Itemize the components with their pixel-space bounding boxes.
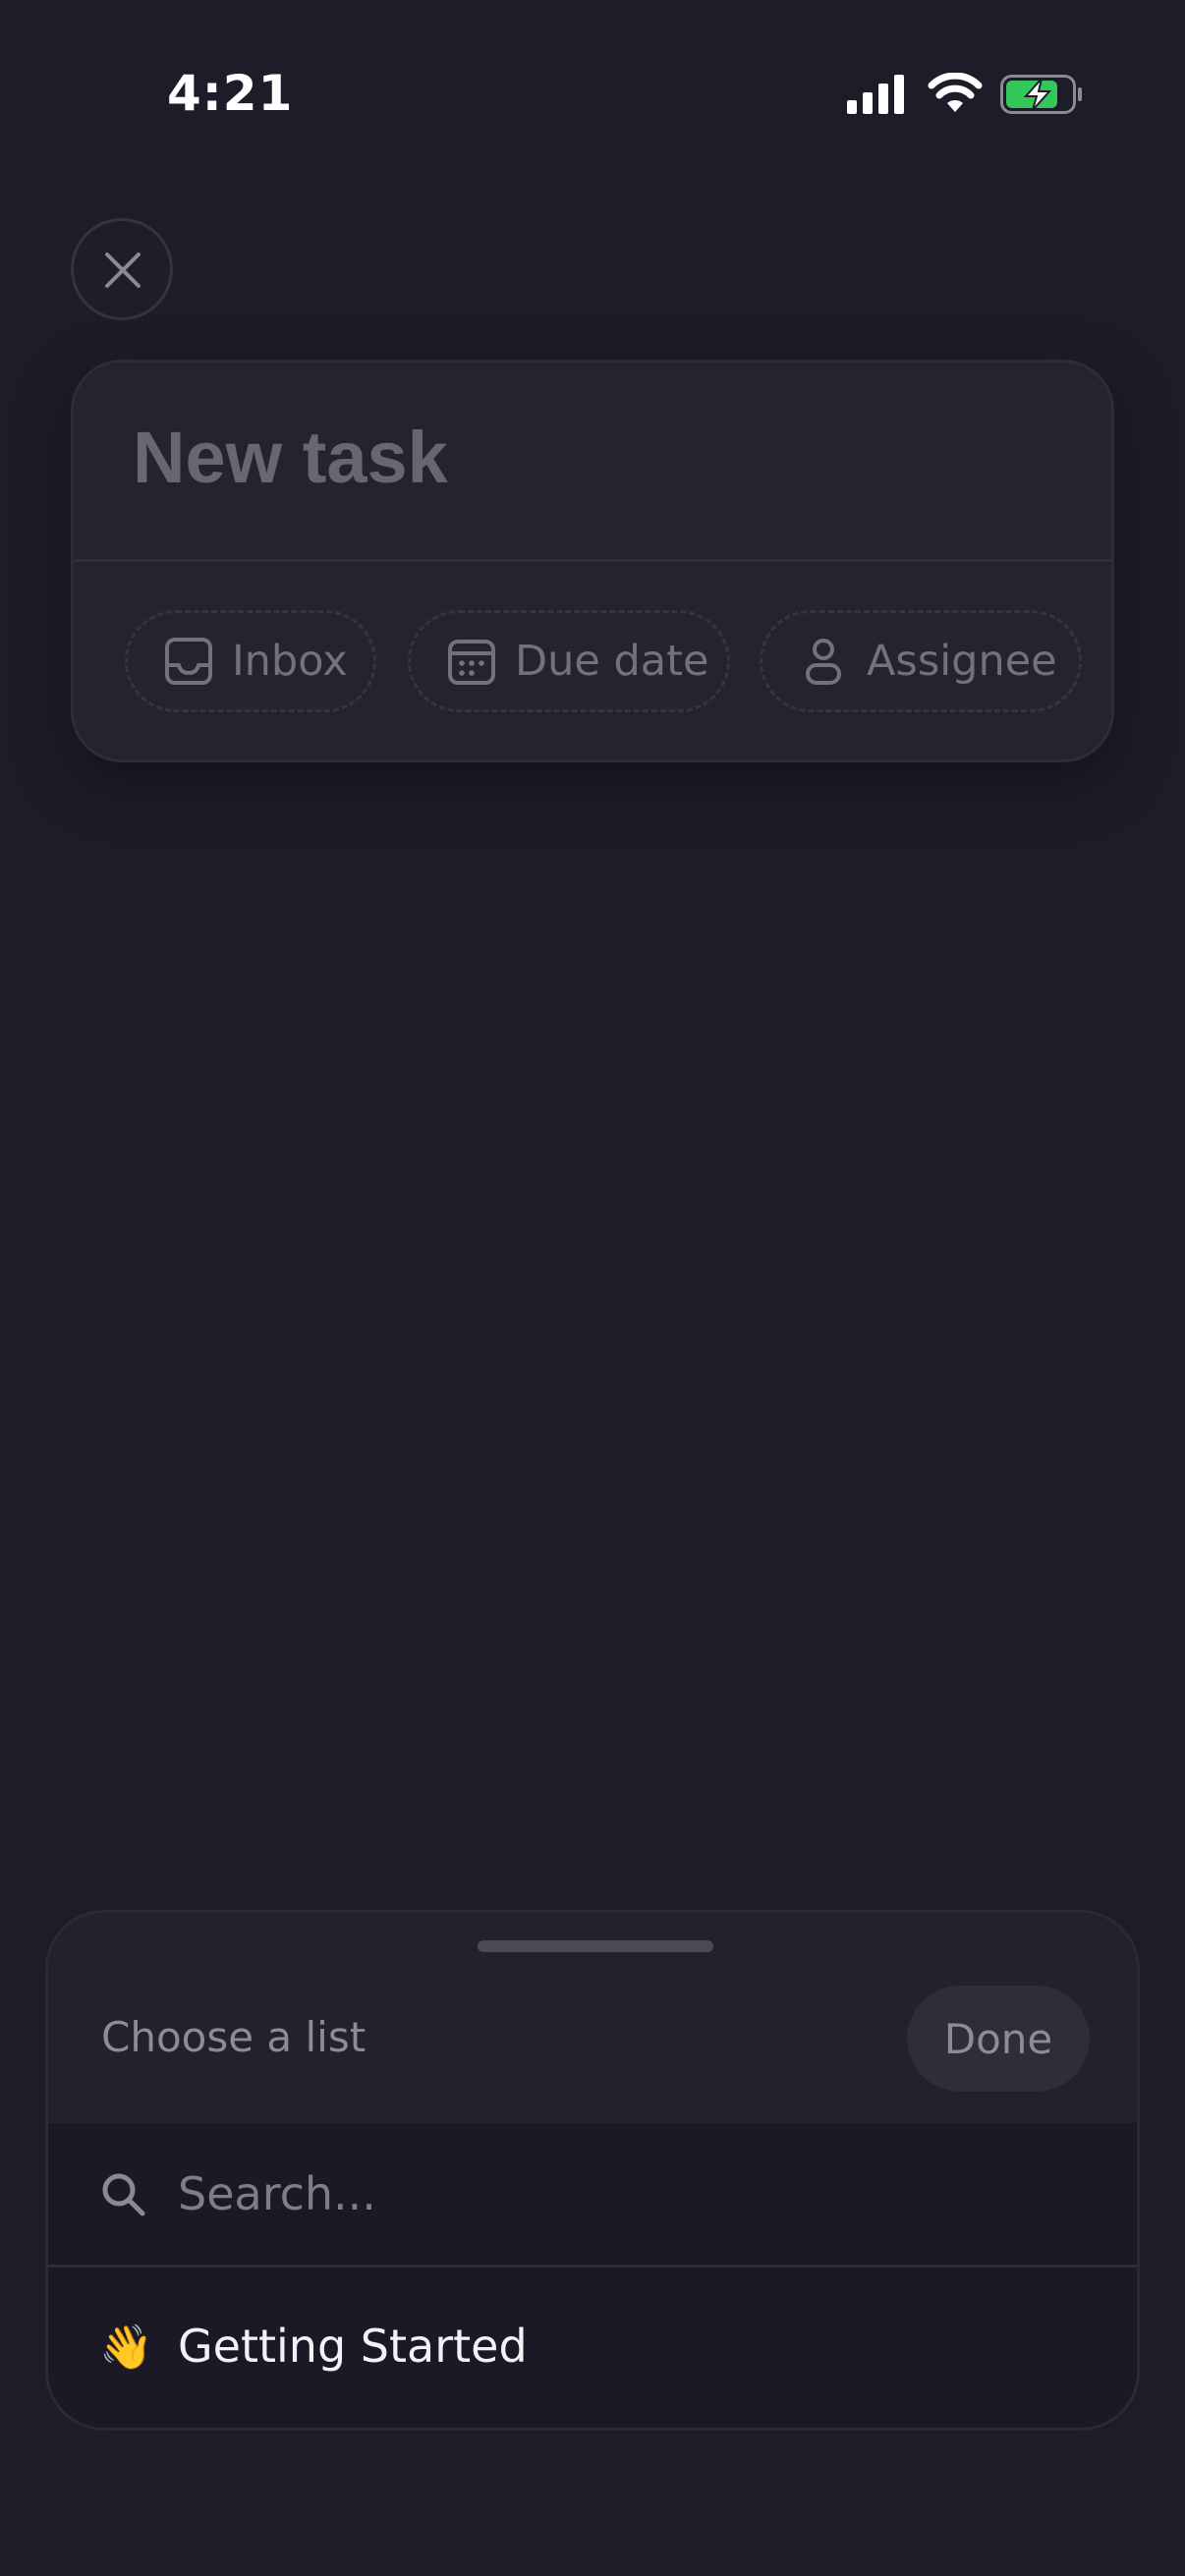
cellular-signal-icon (847, 75, 906, 114)
list-item-label: Getting Started (178, 2320, 528, 2373)
search-row (48, 2123, 1137, 2268)
due-date-chip[interactable]: Due date (408, 610, 730, 712)
sheet-grab-handle[interactable] (478, 1940, 713, 1952)
status-time: 4:21 (167, 65, 294, 122)
inbox-chip[interactable]: Inbox (125, 610, 376, 712)
inbox-icon (165, 638, 212, 685)
sheet-title: Choose a list (101, 2013, 367, 2061)
calendar-icon (448, 640, 495, 685)
assignee-chip-label: Assignee (867, 637, 1057, 686)
search-icon (102, 2173, 145, 2216)
task-card-divider (74, 559, 1111, 562)
wifi-icon (928, 72, 983, 114)
choose-list-sheet: Choose a list Done 👋 Getting Started (45, 1910, 1140, 2431)
status-icons (847, 71, 1083, 120)
battery-charging-icon (1000, 75, 1083, 114)
done-button[interactable]: Done (907, 1986, 1090, 2092)
search-input[interactable] (178, 2153, 1062, 2235)
close-button[interactable] (71, 218, 173, 320)
task-title-input[interactable]: New task (133, 416, 448, 499)
person-icon (806, 639, 841, 685)
close-icon (105, 252, 141, 288)
waving-hand-icon: 👋 (99, 2323, 153, 2373)
list-item[interactable]: 👋 Getting Started (48, 2268, 1137, 2428)
inbox-chip-label: Inbox (232, 637, 348, 686)
assignee-chip[interactable]: Assignee (760, 610, 1082, 712)
task-card: New task Inbox Due date Assignee (71, 360, 1114, 762)
due-date-chip-label: Due date (515, 637, 709, 686)
